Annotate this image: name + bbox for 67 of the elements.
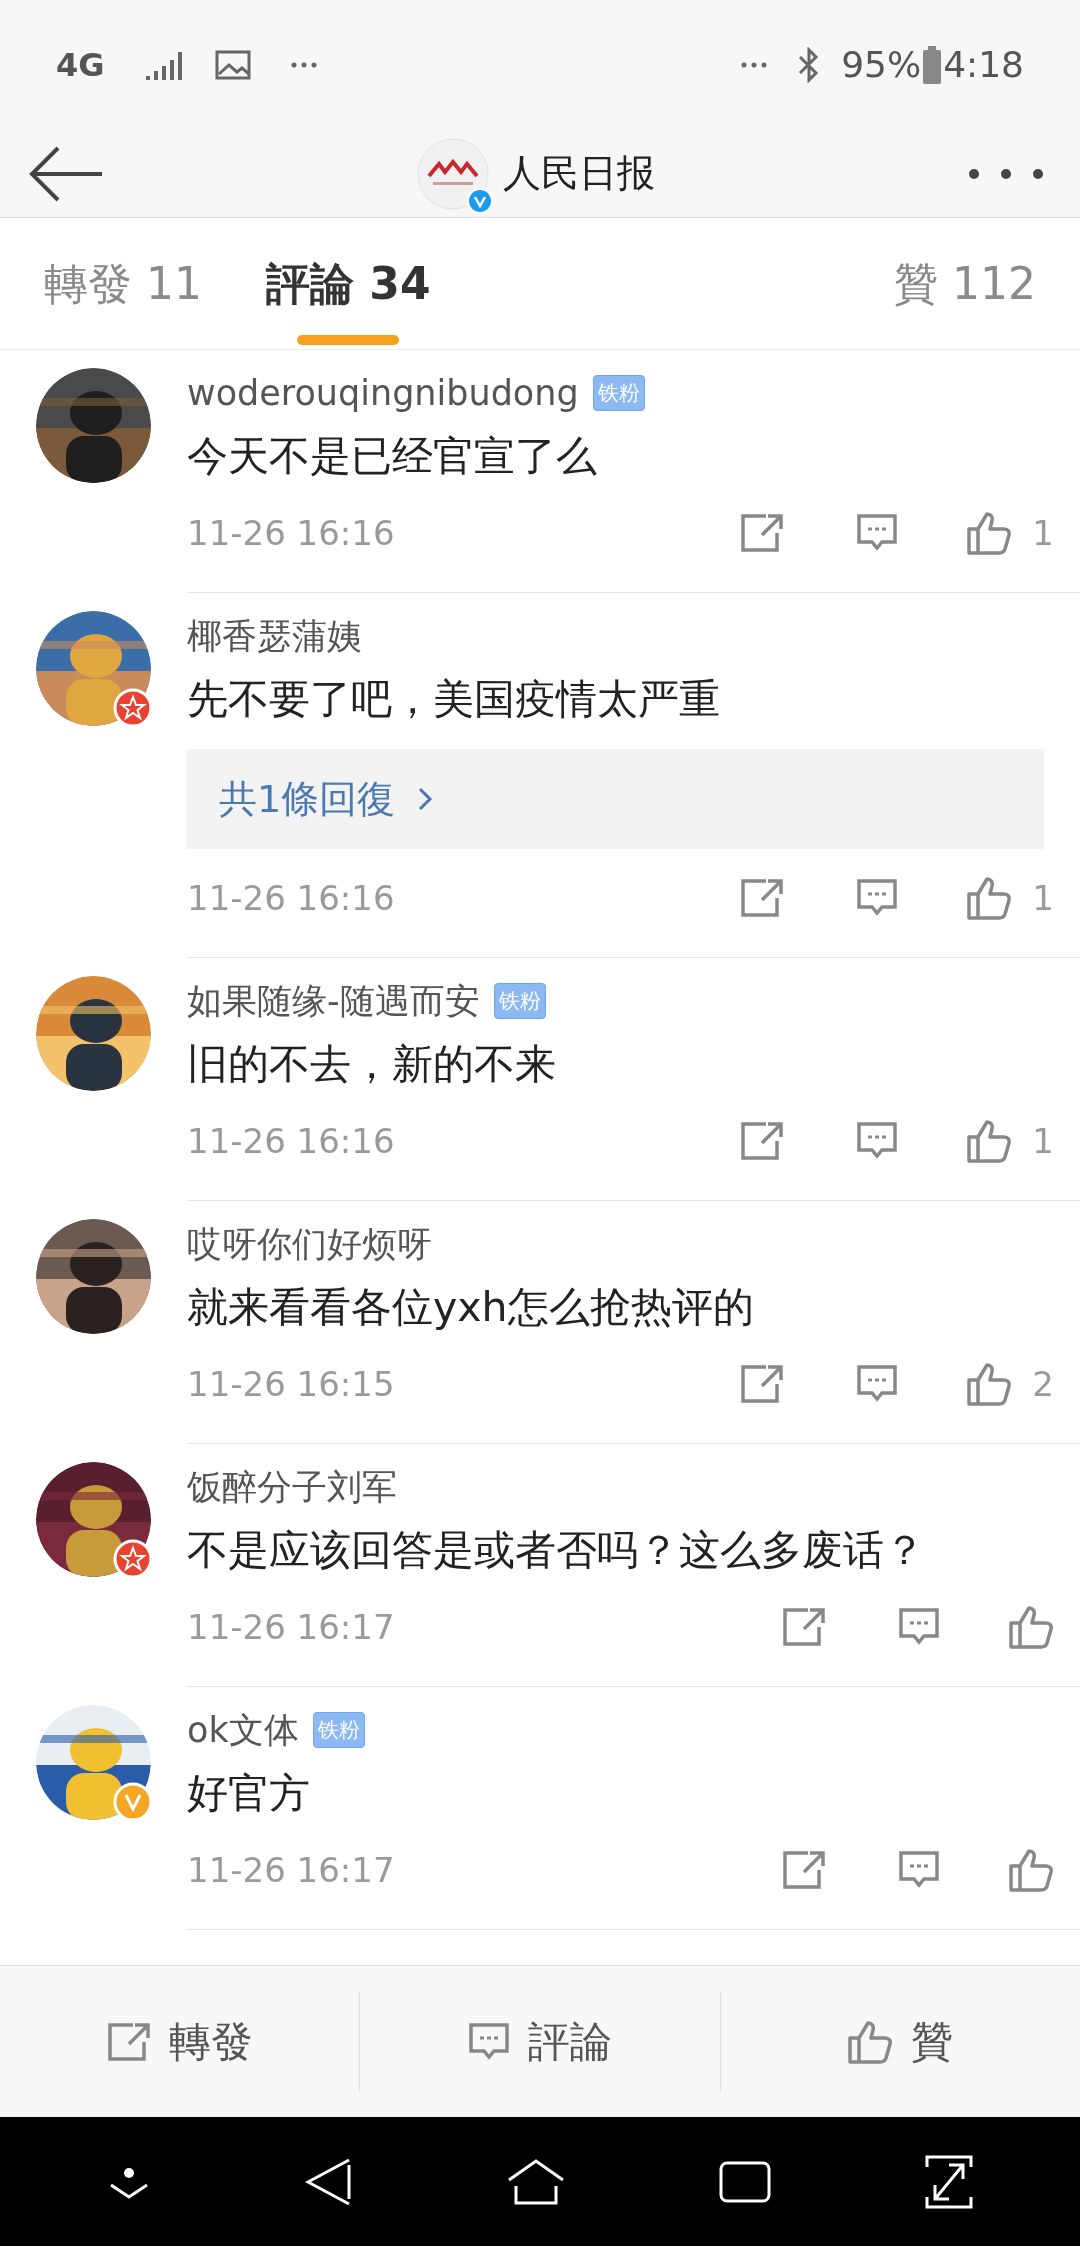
more-icon xyxy=(290,62,317,68)
share-icon[interactable] xyxy=(740,1121,785,1161)
comment-icon[interactable] xyxy=(856,1121,899,1161)
thumbs-up-icon[interactable] xyxy=(1008,1605,1054,1649)
comment-icon[interactable] xyxy=(856,878,899,918)
more-icon[interactable] xyxy=(968,167,1044,180)
share-icon xyxy=(106,2021,151,2062)
comment-time: 11-26 16:16 xyxy=(187,511,395,555)
like-button[interactable]: 贊 xyxy=(719,1991,1080,2092)
thumbs-up-icon[interactable] xyxy=(966,1119,1013,1163)
comment-icon[interactable] xyxy=(856,1364,899,1404)
fan-badge: 铁粉 xyxy=(592,375,645,411)
thumbs-up-icon[interactable] xyxy=(966,876,1013,920)
comment-text: 好官方 xyxy=(187,1768,311,1819)
clock: 4:18 xyxy=(943,43,1024,87)
comment-time: 11-26 16:17 xyxy=(187,1848,395,1892)
network-icon: 4G xyxy=(56,41,105,89)
page-title: 人民日报 xyxy=(503,150,655,197)
thumbs-up-icon[interactable] xyxy=(966,1362,1013,1406)
image-icon xyxy=(214,50,251,80)
battery-level: 95% xyxy=(841,43,922,87)
user-name[interactable]: 椰香瑟蒲姨 xyxy=(187,609,362,663)
more-icon xyxy=(741,62,768,68)
recent-apps-icon[interactable] xyxy=(719,2160,771,2203)
thumbs-up-icon[interactable] xyxy=(966,511,1013,555)
like-count: 1 xyxy=(1032,511,1054,555)
chevron-icon xyxy=(417,786,434,812)
share-icon[interactable] xyxy=(740,878,785,918)
comment-time: 11-26 16:17 xyxy=(187,1605,395,1649)
comment-time: 11-26 16:16 xyxy=(187,1119,395,1163)
user-name[interactable]: 哎呀你们好烦呀 xyxy=(187,1217,432,1271)
fan-badge: 铁粉 xyxy=(493,983,546,1019)
fan-badge: 铁粉 xyxy=(312,1712,365,1748)
share-icon[interactable] xyxy=(782,1850,826,1890)
share-icon[interactable] xyxy=(740,1364,785,1404)
comment-time: 11-26 16:15 xyxy=(187,1362,395,1406)
like-count: 1 xyxy=(1032,876,1054,920)
battery-icon xyxy=(923,46,942,84)
comment-icon xyxy=(468,2021,510,2062)
comment-text: 今天不是已经官宣了么 xyxy=(187,431,598,482)
comment-icon[interactable] xyxy=(856,513,899,553)
comment-text: 不是应该回答是或者否吗？这么多废话？ xyxy=(187,1525,926,1576)
user-name[interactable]: ok文体 xyxy=(187,1703,299,1757)
share-icon[interactable] xyxy=(782,1607,826,1647)
thumbs-up-icon[interactable] xyxy=(1008,1848,1054,1892)
back-icon[interactable] xyxy=(305,2156,353,2207)
comment-icon[interactable] xyxy=(898,1607,940,1647)
share-button[interactable]: 轉發 xyxy=(0,1991,360,2092)
thumbs-up-icon xyxy=(847,2019,894,2064)
comment-text: 就来看看各位yxh怎么抢热评的 xyxy=(187,1282,755,1333)
share-icon[interactable] xyxy=(740,513,785,553)
home-icon[interactable] xyxy=(507,2157,565,2206)
replies-link[interactable]: 共1條回復 xyxy=(187,749,1044,849)
tab[interactable]: 評論 34 xyxy=(266,218,431,349)
comment-button[interactable]: 評論 xyxy=(359,1991,720,2092)
resize-icon[interactable] xyxy=(925,2154,973,2209)
back-icon[interactable] xyxy=(28,144,104,203)
comment-text: 旧的不去，新的不来 xyxy=(187,1039,557,1090)
like-count: 1 xyxy=(1032,1119,1054,1163)
like-count: 2 xyxy=(1032,1362,1054,1406)
logo-icon xyxy=(417,137,489,210)
comment-icon[interactable] xyxy=(898,1850,940,1890)
comment-time: 11-26 16:16 xyxy=(187,876,395,920)
comment-text: 先不要了吧，美国疫情太严重 xyxy=(187,674,721,725)
user-name[interactable]: woderouqingnibudong xyxy=(187,366,579,420)
user-name[interactable]: 如果随缘-随遇而安 xyxy=(187,974,480,1028)
user-name[interactable]: 饭醉分子刘军 xyxy=(187,1460,397,1514)
